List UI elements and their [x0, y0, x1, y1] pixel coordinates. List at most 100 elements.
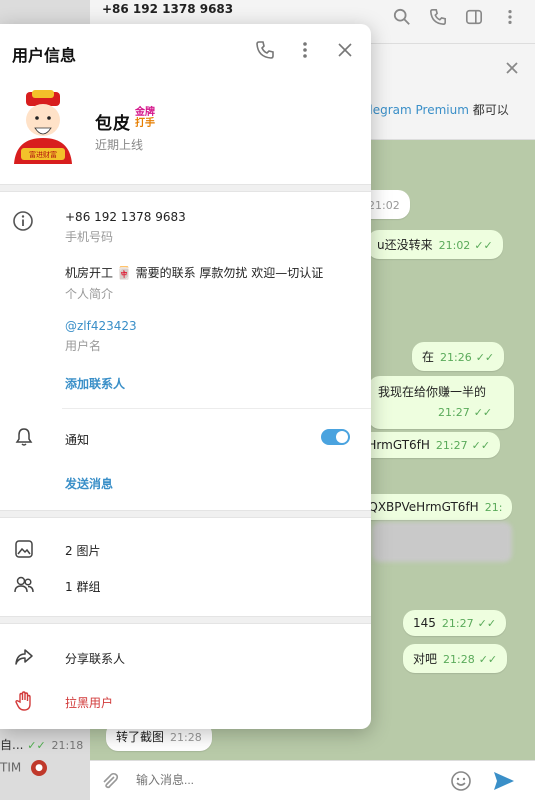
users-icon — [13, 574, 35, 596]
phone-label: 手机号码 — [65, 230, 114, 244]
close-icon[interactable] — [335, 40, 355, 60]
profile-status: 近期上线 — [95, 138, 144, 152]
name-badge-line2: 打手 — [135, 118, 155, 129]
info-section: +86 192 1378 9683 手机号码 机房开工 🀄 需要的联系 厚款勿扰… — [0, 192, 371, 510]
message-time: 21:28 — [443, 653, 475, 666]
profile-section: 富进财富 包皮 金牌 打手 近期上线 — [0, 80, 371, 184]
premium-banner-rest: 都可以 — [468, 103, 509, 117]
username-value: @zlf423423 — [65, 319, 137, 333]
read-ticks-icon: ✓✓ — [473, 406, 493, 419]
hand-stop-icon — [13, 690, 35, 712]
divider — [62, 408, 371, 409]
avatar-text: 富进财富 — [29, 150, 57, 159]
phone-value: +86 192 1378 9683 — [65, 210, 186, 224]
message-time: 21:27 — [441, 617, 474, 630]
bio-value: 机房开工 🀄 需要的联系 厚款勿扰 欢迎—切认证 — [65, 266, 324, 280]
chat-list-item[interactable]: 自... ✓✓ 21:18 — [0, 736, 90, 756]
groups-count: 1 群组 — [65, 580, 101, 594]
message-text: CQXBPVeHrmGT6fH — [360, 500, 479, 514]
section-divider — [0, 510, 371, 518]
name-badge-line1: 金牌 — [135, 107, 155, 118]
blurred-message — [372, 522, 512, 562]
send-message-button[interactable]: 发送消息 — [65, 475, 113, 492]
read-ticks-icon: ✓✓ — [475, 351, 495, 364]
chat-list-item-time: 21:18 — [51, 739, 84, 752]
chat-list-item-title: TIM — [0, 760, 22, 775]
user-info-modal: 用户信息 富进财富 包皮 金牌 打手 近期上线 +86 192 1378 968… — [0, 24, 371, 729]
profile-name: 包皮 — [95, 114, 131, 134]
more-vertical-icon[interactable] — [501, 8, 519, 26]
message-bubble[interactable]: CQXBPVeHrmGT6fH 21: — [350, 494, 513, 520]
attach-icon[interactable] — [100, 771, 120, 791]
premium-link[interactable]: elegram Premium — [362, 103, 469, 117]
message-time: 21:02 — [438, 239, 471, 252]
bio-label: 个人简介 — [65, 287, 114, 301]
share-contact-label: 分享联系人 — [65, 652, 126, 666]
more-vertical-icon[interactable] — [295, 40, 315, 60]
message-bubble[interactable]: 在 21:26 ✓✓ — [412, 342, 505, 371]
actions-section: 分享联系人 拉黑用户 — [0, 624, 371, 729]
message-input[interactable] — [136, 773, 436, 787]
read-ticks-icon: ✓✓ — [477, 617, 497, 630]
read-ticks-icon: ✓✓ — [478, 653, 498, 666]
read-ticks-icon: ✓✓ — [27, 739, 46, 752]
info-icon — [12, 210, 34, 232]
name-badge: 金牌 打手 — [135, 107, 155, 129]
message-composer — [90, 760, 535, 800]
message-time: 21:26 — [440, 351, 472, 364]
avatar-badge-icon: ● — [31, 760, 48, 776]
add-contact-button[interactable]: 添加联系人 — [65, 375, 125, 392]
photos-count: 2 图片 — [65, 544, 101, 558]
search-icon[interactable] — [393, 8, 411, 26]
send-icon[interactable] — [492, 770, 516, 792]
phone-icon[interactable] — [429, 8, 447, 26]
message-time: 21:27 — [438, 406, 470, 419]
phone-icon[interactable] — [255, 40, 275, 60]
username-label: 用户名 — [65, 339, 102, 353]
premium-banner-text: elegram Premium 都可以 — [362, 101, 509, 118]
message-text: 转了截图 — [116, 730, 165, 744]
message-text: 我现在给你赚一半的 — [378, 385, 487, 399]
modal-header: 用户信息 — [0, 24, 371, 80]
sidebar-toggle-icon[interactable] — [465, 8, 483, 26]
message-text: 在 — [422, 350, 435, 364]
share-icon — [13, 646, 35, 668]
notifications-label: 通知 — [65, 433, 90, 447]
message-time: 21:27 — [435, 439, 468, 452]
message-bubble[interactable]: 我现在给你赚一半的 21:27 ✓✓ — [368, 376, 514, 429]
message-bubble[interactable]: 145 21:27 ✓✓ — [403, 610, 507, 636]
bio-field[interactable]: 机房开工 🀄 需要的联系 厚款勿扰 欢迎—切认证 个人简介 — [65, 264, 323, 302]
emoji-icon[interactable] — [450, 770, 472, 792]
media-section: 2 图片 1 群组 — [0, 518, 371, 616]
chat-header-title: +86 192 1378 9683 — [102, 2, 234, 16]
image-icon — [13, 538, 35, 560]
chat-list-item[interactable]: TIM ● — [0, 760, 90, 780]
block-user-label: 拉黑用户 — [65, 696, 114, 710]
notifications-toggle[interactable] — [321, 429, 350, 445]
phone-field[interactable]: +86 192 1378 9683 手机号码 — [65, 210, 186, 245]
close-icon[interactable] — [505, 60, 519, 74]
message-time: 21:28 — [170, 731, 202, 744]
chat-list-item-title: 自... — [0, 738, 24, 752]
section-divider — [0, 184, 371, 192]
section-divider — [0, 616, 371, 624]
read-ticks-icon: ✓✓ — [471, 439, 491, 452]
read-ticks-icon: ✓✓ — [474, 239, 493, 252]
bell-icon — [14, 427, 34, 447]
toggle-knob — [336, 431, 348, 443]
message-text: u还没转来 — [377, 238, 433, 252]
message-bubble[interactable]: 对吧 21:28 ✓✓ — [403, 644, 508, 673]
share-contact-row[interactable]: 分享联系人 — [0, 646, 371, 670]
modal-title: 用户信息 — [12, 46, 77, 65]
avatar[interactable]: 富进财富 — [8, 90, 78, 165]
photos-row[interactable]: 2 图片 — [0, 538, 371, 562]
message-bubble[interactable]: u还没转来 21:02 ✓✓ — [367, 230, 503, 259]
block-user-row[interactable]: 拉黑用户 — [0, 690, 371, 714]
message-text: 145 — [413, 616, 436, 630]
message-time: 21:02 — [368, 199, 400, 212]
message-time: 21: — [484, 501, 503, 514]
groups-row[interactable]: 1 群组 — [0, 574, 371, 598]
username-field[interactable]: @zlf423423 用户名 — [65, 319, 137, 354]
message-bubble[interactable]: eHrmGT6fH 21:27 ✓✓ — [350, 432, 501, 458]
message-text: 对吧 — [413, 652, 438, 666]
